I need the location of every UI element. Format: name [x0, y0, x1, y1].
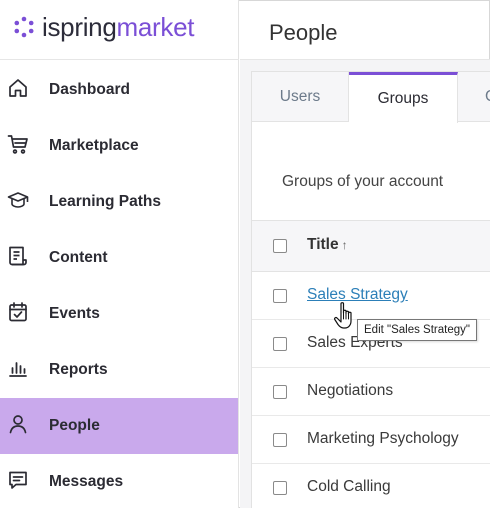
groups-panel: Users Groups C Groups of your account Ti… [251, 71, 490, 508]
sidebar-item-learning-paths[interactable]: Learning Paths [0, 174, 238, 230]
sidebar-item-label: Reports [49, 361, 108, 378]
sidebar-item-reports[interactable]: Reports [0, 342, 238, 398]
row-checkbox[interactable] [273, 289, 287, 303]
table-row[interactable]: Marketing Psychology [252, 416, 490, 464]
sort-ascending-icon: ↑ [341, 238, 348, 252]
person-icon [7, 413, 29, 435]
title-column-header[interactable]: Title ↑ [307, 236, 348, 254]
sidebar-item-label: Events [49, 305, 100, 322]
table-header: Title ↑ [252, 220, 490, 272]
group-title[interactable]: Cold Calling [307, 478, 391, 496]
group-title[interactable]: Negotiations [307, 382, 393, 400]
main-content: Users Groups C Groups of your account Ti… [240, 60, 490, 508]
sidebar-item-dashboard[interactable]: Dashboard [0, 62, 238, 118]
ispring-logo-icon [14, 16, 34, 38]
sidebar-item-label: Dashboard [49, 81, 130, 98]
sidebar-item-content[interactable]: Content [0, 230, 238, 286]
page-header: People [240, 0, 490, 60]
sidebar-item-label: Content [49, 249, 108, 266]
bar-chart-icon [7, 357, 29, 379]
tab-bar: Users Groups C [252, 72, 490, 123]
select-all-checkbox[interactable] [273, 239, 287, 253]
sidebar-item-events[interactable]: Events [0, 286, 238, 342]
logo-text: ispringmarket [42, 12, 195, 42]
groups-table: Title ↑ Sales Strategy Sales Experts Nego… [252, 220, 490, 508]
table-row[interactable]: Sales Strategy [252, 272, 490, 320]
divider [0, 59, 239, 60]
row-checkbox[interactable] [273, 337, 287, 351]
tab-groups[interactable]: Groups [349, 72, 458, 123]
tab-users[interactable]: Users [252, 72, 349, 122]
sidebar-item-label: Messages [49, 473, 124, 490]
logo[interactable]: ispringmarket [12, 12, 194, 42]
row-checkbox[interactable] [273, 481, 287, 495]
sidebar-nav: Dashboard Marketplace Learning Paths Con… [0, 62, 238, 508]
home-icon [7, 77, 29, 99]
table-row[interactable]: Cold Calling [252, 464, 490, 508]
sidebar-item-marketplace[interactable]: Marketplace [0, 118, 238, 174]
row-checkbox[interactable] [273, 385, 287, 399]
table-row[interactable]: Negotiations [252, 368, 490, 416]
edit-tooltip: Edit "Sales Strategy" [357, 319, 477, 341]
graduation-cap-icon [7, 189, 29, 211]
tab-third[interactable]: C [458, 72, 490, 122]
row-checkbox[interactable] [273, 433, 287, 447]
hand-cursor-icon [334, 302, 352, 329]
sidebar-item-messages[interactable]: Messages [0, 454, 238, 508]
page-title: People [269, 20, 338, 45]
message-icon [7, 469, 29, 491]
group-title[interactable]: Marketing Psychology [307, 430, 459, 448]
sidebar-item-people[interactable]: People [0, 398, 238, 454]
sidebar-item-label: People [49, 417, 100, 434]
sidebar: ispringmarket Dashboard Marketplace Lear… [0, 0, 239, 508]
section-title: Groups of your account [282, 173, 444, 190]
sidebar-item-label: Marketplace [49, 137, 139, 154]
cart-icon [7, 133, 29, 155]
document-list-icon [7, 245, 29, 267]
calendar-check-icon [7, 301, 29, 323]
sidebar-item-label: Learning Paths [49, 193, 161, 210]
